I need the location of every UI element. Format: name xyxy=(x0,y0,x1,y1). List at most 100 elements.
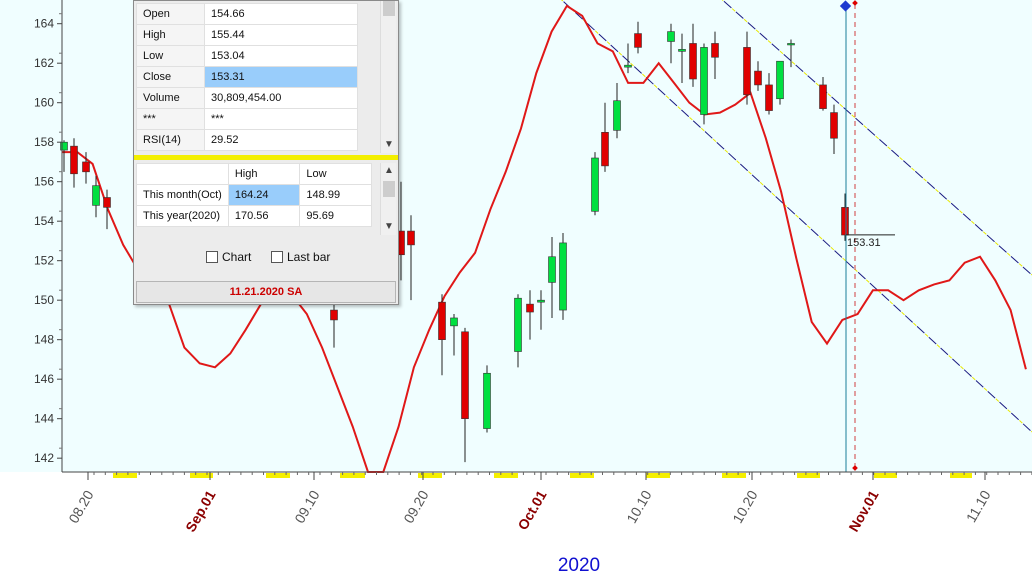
candle-body xyxy=(700,47,708,115)
ohlc-table: Open 154.66 High 155.44 Low 153.04 Close 153.31… xyxy=(136,3,358,151)
candle-body xyxy=(438,301,446,340)
candle-body xyxy=(103,197,111,208)
ohlc-value: *** xyxy=(204,108,358,130)
x-tick-label: 11.10 xyxy=(963,487,994,525)
y-tick-label: 158 xyxy=(34,135,54,149)
candle-body xyxy=(461,331,469,419)
ohlc-label: RSI(14) xyxy=(136,129,205,151)
candle[interactable] xyxy=(483,365,491,433)
scroll-down-icon[interactable]: ▼ xyxy=(381,219,397,235)
weekend-marker xyxy=(340,473,365,478)
range-header-cell xyxy=(136,163,229,185)
candle-body xyxy=(70,145,78,175)
candle-body xyxy=(667,31,675,42)
candle-body xyxy=(559,242,567,311)
checkbox-icon[interactable] xyxy=(271,251,283,263)
ohlc-row[interactable]: Low 153.04 xyxy=(136,45,358,67)
ohlc-row[interactable]: Close 153.31 xyxy=(136,66,358,88)
candle-body xyxy=(330,309,338,321)
x-tick-label: 09.20 xyxy=(400,487,431,526)
candle[interactable] xyxy=(700,43,708,125)
candle-body xyxy=(754,70,762,86)
y-tick-label: 160 xyxy=(34,96,54,110)
candle-body xyxy=(450,317,458,327)
range-header-cell: Low xyxy=(299,163,372,185)
candle[interactable] xyxy=(559,233,567,320)
ohlc-scroll-thumb[interactable] xyxy=(383,1,395,16)
range-low: 148.99 xyxy=(299,184,372,206)
candle-body xyxy=(548,256,556,283)
range-scrollbar[interactable]: ▲ ▼ xyxy=(380,163,396,235)
range-header-row: High Low xyxy=(136,163,372,185)
ohlc-row[interactable]: High 155.44 xyxy=(136,24,358,46)
x-tick-label: Nov.01 xyxy=(845,487,881,534)
symbol-info-panel[interactable]: Open 154.66 High 155.44 Low 153.04 Close 153.31… xyxy=(133,0,399,305)
panel-splitter[interactable] xyxy=(134,155,398,160)
range-row[interactable]: This year(2020) 170.56 95.69 xyxy=(136,205,372,227)
candle-body xyxy=(689,43,697,80)
date-bar: 11.21.2020 SA xyxy=(136,281,396,303)
range-high: 164.24 xyxy=(227,184,301,206)
candle-body xyxy=(82,161,90,173)
candle-body xyxy=(743,47,751,96)
candle-body xyxy=(841,207,849,236)
range-scroll-thumb[interactable] xyxy=(383,181,395,197)
ohlc-label: High xyxy=(136,24,205,46)
candle-body xyxy=(787,43,795,46)
range-low: 95.69 xyxy=(299,205,372,227)
candle-body xyxy=(776,60,784,100)
checkbox-icon[interactable] xyxy=(206,251,218,263)
candle-body xyxy=(624,64,632,68)
candle-body xyxy=(601,132,609,167)
x-tick-label: 10.10 xyxy=(623,487,654,526)
y-tick-label: 154 xyxy=(34,214,54,228)
ohlc-label: Low xyxy=(136,45,205,67)
candle-body xyxy=(537,299,545,303)
last-bar-checkbox[interactable]: Last bar xyxy=(271,250,330,264)
y-tick-label: 148 xyxy=(34,333,54,347)
range-high: 170.56 xyxy=(227,205,301,227)
weekend-marker xyxy=(494,473,518,478)
range-row[interactable]: This month(Oct) 164.24 148.99 xyxy=(136,184,372,206)
candle[interactable] xyxy=(591,152,599,216)
ohlc-value: 154.66 xyxy=(204,3,358,25)
y-tick-label: 150 xyxy=(34,293,54,307)
chart-checkbox[interactable]: Chart xyxy=(206,250,251,264)
ohlc-row[interactable]: Open 154.66 xyxy=(136,3,358,25)
candle-body xyxy=(407,230,415,246)
y-tick-label: 144 xyxy=(34,412,54,426)
x-tick-label: Sep.01 xyxy=(182,487,219,534)
ohlc-value: 29.52 xyxy=(204,129,358,151)
ohlc-row[interactable]: RSI(14) 29.52 xyxy=(136,129,358,151)
scroll-down-icon[interactable]: ▼ xyxy=(381,137,397,153)
candle-body xyxy=(678,49,686,52)
last-bar-checkbox-label: Last bar xyxy=(287,250,331,264)
ohlc-value: 153.04 xyxy=(204,45,358,67)
weekend-marker xyxy=(570,473,594,478)
y-tick-label: 164 xyxy=(34,17,54,31)
chart-checkbox-label: Chart xyxy=(222,250,252,264)
range-header-cell: High xyxy=(227,163,301,185)
scroll-up-icon[interactable]: ▲ xyxy=(381,163,397,179)
y-tick-label: 142 xyxy=(34,451,54,465)
ohlc-label: Volume xyxy=(136,87,205,109)
candle-body xyxy=(591,157,599,212)
weekend-marker xyxy=(646,473,670,478)
x-tick-label: Oct.01 xyxy=(514,487,549,532)
candle-body xyxy=(634,33,642,48)
candle-body xyxy=(830,112,838,139)
ohlc-scrollbar[interactable]: ▼ xyxy=(380,1,396,153)
x-tick-label: 09.10 xyxy=(291,487,322,526)
ohlc-value: 155.44 xyxy=(204,24,358,46)
ohlc-row[interactable]: Volume 30,809,454.00 xyxy=(136,87,358,109)
range-label: This year(2020) xyxy=(136,205,229,227)
x-tick-label: 10.20 xyxy=(729,487,760,526)
candle-body xyxy=(711,43,719,58)
candle-body xyxy=(526,303,534,313)
ohlc-row[interactable]: *** *** xyxy=(136,108,358,130)
candle-body xyxy=(514,297,522,352)
x-tick-label: 08.20 xyxy=(65,487,96,526)
last-price-label: 153.31 xyxy=(847,237,881,249)
candle[interactable] xyxy=(776,60,784,105)
candle-body xyxy=(765,84,773,111)
